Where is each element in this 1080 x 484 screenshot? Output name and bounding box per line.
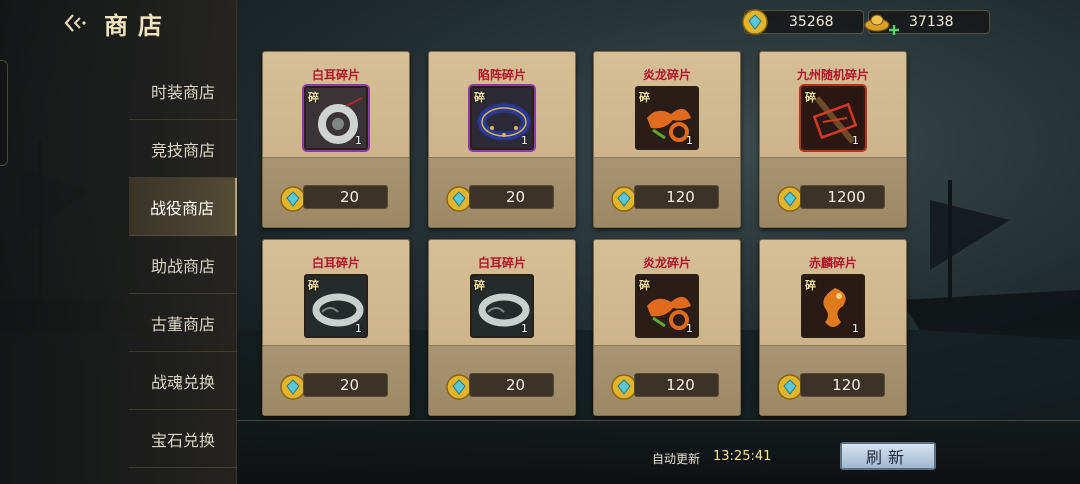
- fragment-tag: 碎: [474, 279, 485, 292]
- item-name: 白耳碎片: [311, 68, 360, 82]
- ingot-value: 37138: [909, 14, 954, 30]
- fragment-tag: 碎: [805, 91, 816, 104]
- item-price: 20: [469, 373, 554, 397]
- ingot-balance: 37138: [864, 10, 990, 35]
- item-price: 120: [800, 373, 885, 397]
- item-price: 1200: [800, 185, 885, 209]
- item-icon-frame: 碎 1: [801, 274, 865, 338]
- fragment-tag: 碎: [639, 91, 650, 104]
- nav-item-war-soul-exchange[interactable]: 战魂兑换: [129, 352, 237, 410]
- item-name: 白耳碎片: [477, 256, 526, 270]
- gold-ingot-icon: [864, 14, 890, 32]
- item-count: 1: [521, 322, 528, 335]
- auto-refresh-label: 自动更新: [652, 452, 701, 466]
- nav-item-fashion-shop[interactable]: 时装商店: [129, 62, 237, 120]
- item-name: 陷阵碎片: [477, 68, 526, 82]
- page-title: 商店: [104, 10, 172, 40]
- item-icon-frame: 碎 1: [635, 274, 699, 338]
- fragment-tag: 碎: [308, 279, 319, 292]
- shop-item-card[interactable]: 白耳碎片 碎 1 20: [428, 239, 576, 416]
- item-price: 120: [634, 373, 719, 397]
- item-price: 120: [634, 185, 719, 209]
- item-name: 白耳碎片: [311, 256, 360, 270]
- item-icon-frame: 碎 1: [304, 274, 368, 338]
- item-name: 炎龙碎片: [642, 68, 691, 82]
- auto-refresh-time: 13:25:41: [713, 449, 772, 464]
- item-count: 1: [355, 322, 362, 335]
- shop-item-card[interactable]: 炎龙碎片 碎 1 120: [593, 51, 741, 228]
- gold-coin-icon: [742, 9, 768, 35]
- item-icon-frame: 碎 1: [470, 274, 534, 338]
- shop-item-card[interactable]: 赤麟碎片 碎 1 120: [759, 239, 907, 416]
- item-price: 20: [303, 373, 388, 397]
- gold-coin-balance: 35268: [742, 9, 864, 35]
- back-arrow-icon[interactable]: [62, 10, 88, 36]
- nav-item-gem-exchange[interactable]: 宝石兑换: [129, 410, 237, 468]
- fragment-tag: 碎: [474, 91, 485, 104]
- item-count: 1: [521, 134, 528, 147]
- item-count: 1: [686, 134, 693, 147]
- nav-item-antique-shop[interactable]: 古董商店: [129, 294, 237, 352]
- item-name: 赤麟碎片: [808, 256, 857, 270]
- fragment-tag: 碎: [805, 279, 816, 292]
- item-icon-frame: 碎 1: [801, 86, 865, 150]
- item-count: 1: [852, 134, 859, 147]
- item-price: 20: [469, 185, 554, 209]
- nav-item-campaign-shop[interactable]: 战役商店: [129, 178, 237, 236]
- shop-item-card[interactable]: 白耳碎片 碎 1 20: [262, 239, 410, 416]
- shop-item-card[interactable]: 白耳碎片 碎 1 20: [262, 51, 410, 228]
- refresh-button[interactable]: 刷新: [840, 442, 936, 470]
- item-icon-frame: 碎 1: [304, 86, 368, 150]
- item-icon-frame: 碎 1: [635, 86, 699, 150]
- item-count: 1: [686, 322, 693, 335]
- side-drawer-handle[interactable]: [0, 60, 8, 166]
- shop-item-card[interactable]: 炎龙碎片 碎 1 120: [593, 239, 741, 416]
- page-header: 商店: [62, 6, 172, 40]
- item-name: 炎龙碎片: [642, 256, 691, 270]
- shop-item-card[interactable]: 九州随机碎片 碎 1 1200: [759, 51, 907, 228]
- item-name: 九州随机碎片: [796, 68, 869, 82]
- shop-item-card[interactable]: 陷阵碎片 碎 1 20: [428, 51, 576, 228]
- item-price: 20: [303, 185, 388, 209]
- gold-coin-value: 35268: [789, 14, 834, 30]
- nav-item-arena-shop[interactable]: 竞技商店: [129, 120, 237, 178]
- fragment-tag: 碎: [639, 279, 650, 292]
- nav-item-support-shop[interactable]: 助战商店: [129, 236, 237, 294]
- item-count: 1: [355, 134, 362, 147]
- fragment-tag: 碎: [308, 91, 319, 104]
- item-count: 1: [852, 322, 859, 335]
- item-icon-frame: 碎 1: [470, 86, 534, 150]
- add-ingot-icon[interactable]: [889, 25, 899, 35]
